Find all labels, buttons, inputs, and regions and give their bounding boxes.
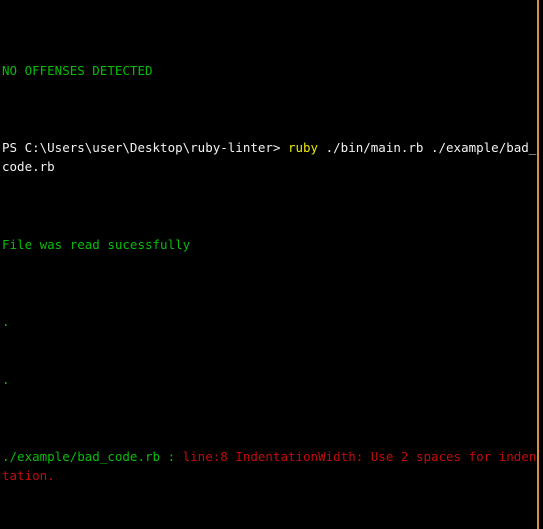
command-executable: ruby xyxy=(287,140,319,156)
previous-result-line: NO OFFENSES DETECTED xyxy=(2,61,538,80)
status-line: File was read sucessfully xyxy=(2,235,538,254)
progress-dot-line-2: . xyxy=(2,370,538,389)
window-right-gutter xyxy=(539,0,543,529)
no-offenses-text: NO OFFENSES DETECTED xyxy=(2,62,153,78)
progress-dot-line-1: . xyxy=(2,312,538,331)
progress-dot: . xyxy=(2,313,10,329)
terminal-output-area[interactable]: NO OFFENSES DETECTED PS C:\Users\user\De… xyxy=(0,0,538,529)
terminal-window[interactable]: NO OFFENSES DETECTED PS C:\Users\user\De… xyxy=(0,0,543,529)
file-read-status: File was read sucessfully xyxy=(2,236,191,252)
offense-file-path: ./example/bad_code.rb xyxy=(2,448,161,464)
command-line: PS C:\Users\user\Desktop\ruby-linter> ru… xyxy=(2,138,538,177)
offense-line: ./example/bad_code.rb : line:8 Indentati… xyxy=(2,447,538,486)
offense-separator: : xyxy=(160,448,183,464)
progress-dot: . xyxy=(2,371,10,387)
shell-prompt: PS C:\Users\user\Desktop\ruby-linter> xyxy=(2,140,281,156)
